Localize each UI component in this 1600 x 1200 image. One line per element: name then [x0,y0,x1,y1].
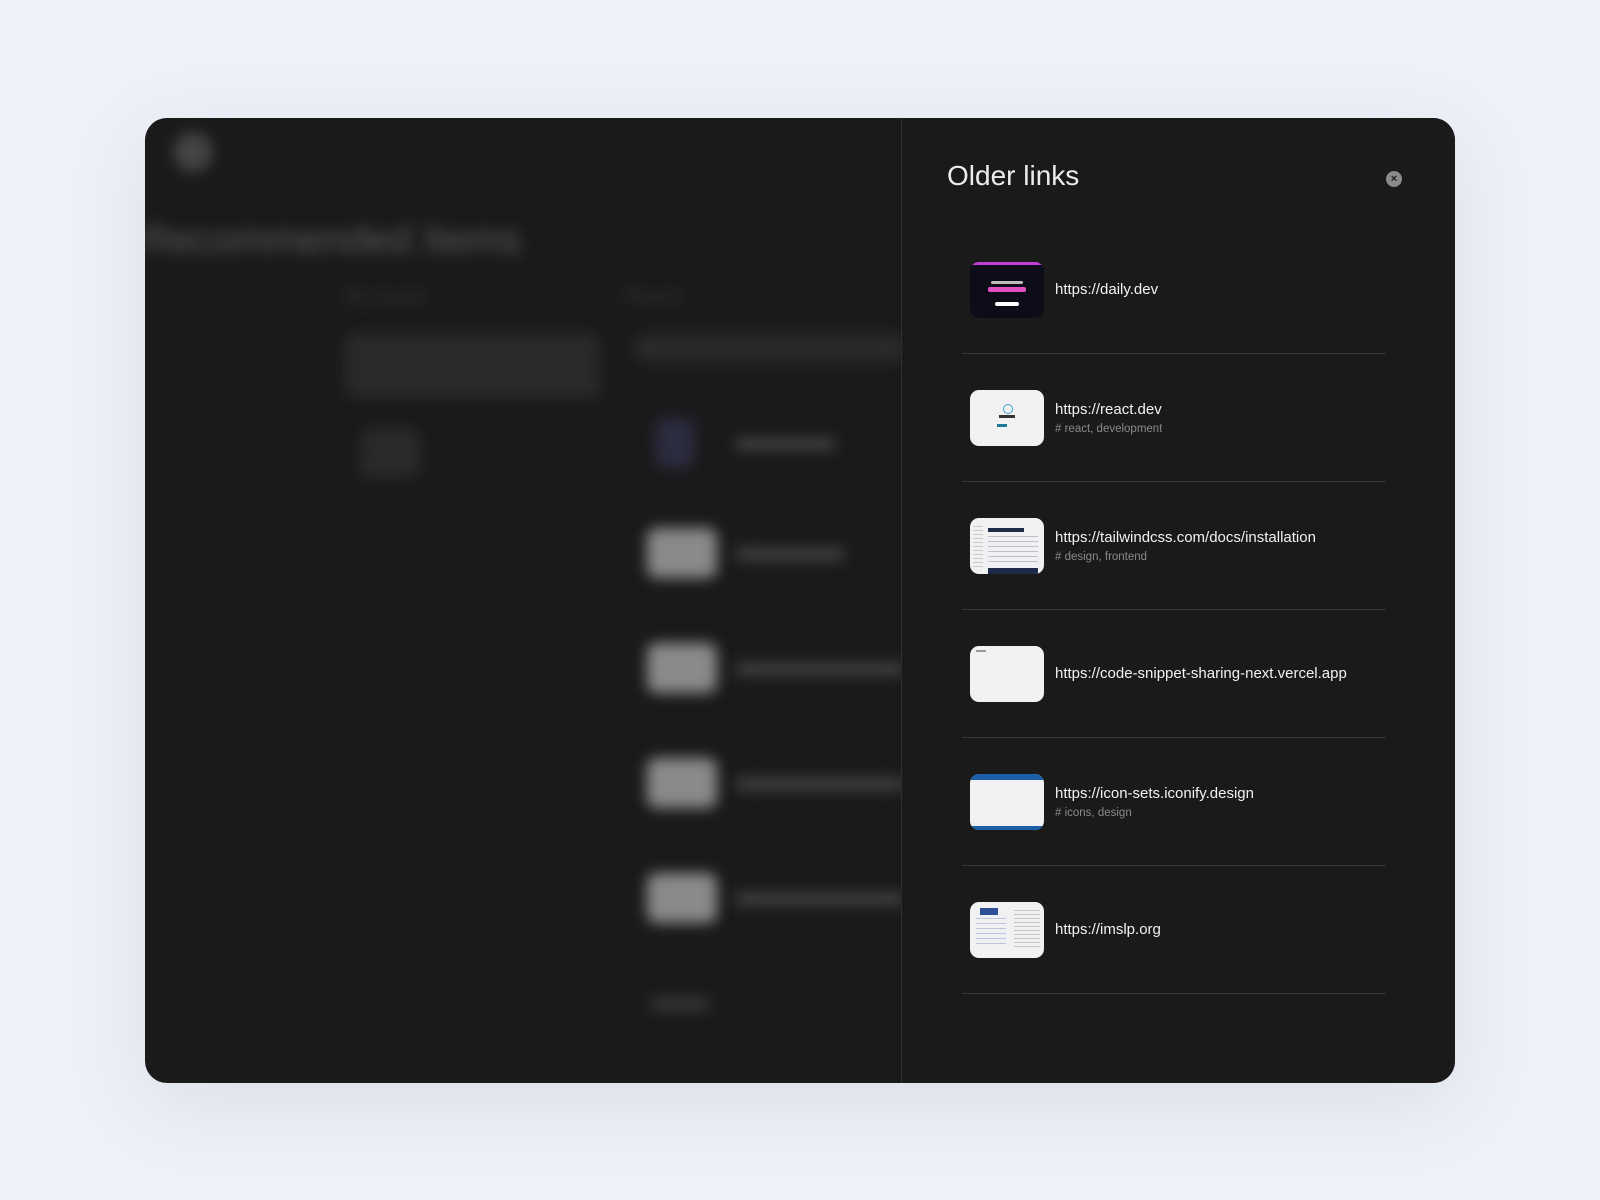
link-url[interactable]: https://code-snippet-sharing-next.vercel… [1055,665,1347,682]
background-right-label: Recent [625,286,683,306]
background-line [735,663,901,675]
link-url[interactable]: https://imslp.org [1055,921,1161,938]
background-card [360,428,420,478]
link-url[interactable]: https://daily.dev [1055,281,1158,298]
background-left-label: My boards [345,286,430,306]
link-url[interactable]: https://react.dev [1055,401,1162,418]
site-thumbnail [970,389,1044,446]
site-thumbnail [970,901,1044,958]
background-line [735,893,901,905]
site-thumbnail [970,517,1044,574]
background-line [650,998,710,1010]
panel-title: Older links [947,160,1080,191]
link-item[interactable]: https://code-snippet-sharing-next.vercel… [962,610,1386,738]
link-tags: # design, frontend [1055,550,1148,563]
background-line [735,778,901,790]
background-line [735,548,845,560]
link-url[interactable]: https://tailwindcss.com/docs/installatio… [1055,529,1316,546]
background-thumb [647,873,717,923]
site-thumbnail [970,645,1044,702]
link-item[interactable]: https://daily.dev [962,226,1386,354]
link-item[interactable]: https://tailwindcss.com/docs/installatio… [962,482,1386,610]
link-item[interactable]: https://imslp.org [962,866,1386,994]
background-card [345,333,600,398]
site-thumbnail [970,773,1044,830]
links-list: https://daily.dev https://react.dev # re… [962,226,1386,994]
link-tags: # icons, design [1055,806,1132,819]
link-item[interactable]: https://icon-sets.iconify.design # icons… [962,738,1386,866]
app-window: Recommended Items My boards Recent Older… [145,118,1455,1083]
link-tags: # react, development [1055,422,1163,435]
background-thumb [647,758,717,808]
older-links-panel: Older links × https://daily.dev https://… [901,118,1455,1083]
app-logo [173,132,213,172]
background-card [635,333,901,363]
background-thumb [647,528,717,578]
link-item[interactable]: https://react.dev # react, development [962,354,1386,482]
background-thumb [647,643,717,693]
blurred-background-app: Recommended Items My boards Recent [145,118,901,1083]
background-line [735,438,835,450]
background-avatar [655,418,695,468]
background-page-title: Recommended Items [145,218,522,262]
close-icon[interactable]: × [1386,171,1402,187]
site-thumbnail [970,261,1044,318]
link-url[interactable]: https://icon-sets.iconify.design [1055,785,1254,802]
